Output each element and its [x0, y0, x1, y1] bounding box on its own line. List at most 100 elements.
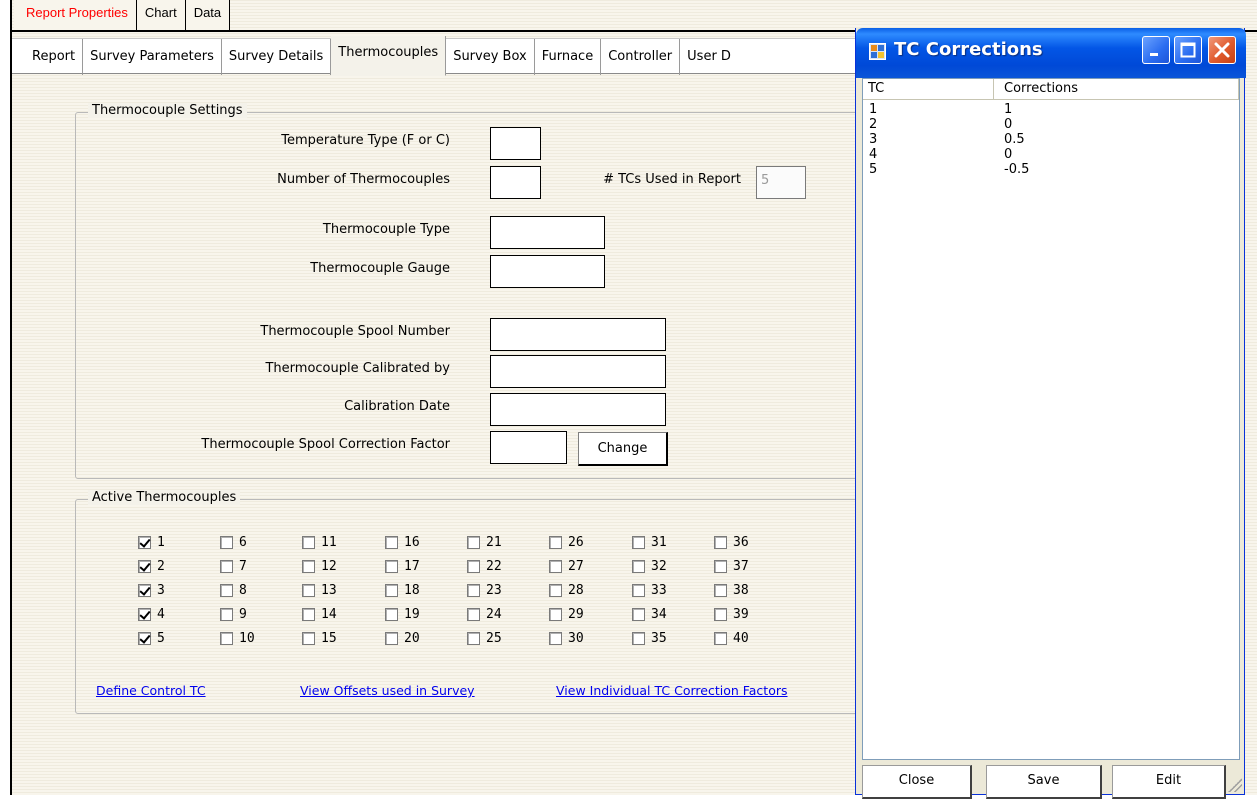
checkbox-unchecked-icon[interactable] [302, 607, 315, 621]
checkbox-unchecked-icon[interactable] [714, 559, 727, 573]
checkbox-unchecked-icon[interactable] [549, 583, 562, 597]
change-button[interactable]: Change [578, 432, 668, 466]
tc-checkbox[interactable]: 3 [138, 582, 165, 598]
tab-survey-box[interactable]: Survey Box [446, 39, 535, 75]
tab-furnace[interactable]: Furnace [535, 39, 602, 75]
checkbox-unchecked-icon[interactable] [714, 607, 727, 621]
calibration-date-input[interactable] [490, 393, 666, 426]
list-item[interactable]: 40 [863, 148, 1239, 163]
checkbox-checked-icon[interactable] [138, 631, 151, 645]
checkbox-unchecked-icon[interactable] [220, 535, 233, 549]
checkbox-checked-icon[interactable] [138, 535, 151, 549]
tab-survey-parameters[interactable]: Survey Parameters [83, 39, 222, 75]
checkbox-unchecked-icon[interactable] [714, 631, 727, 645]
save-button[interactable]: Save [986, 765, 1102, 799]
tc-checkbox[interactable]: 40 [714, 630, 749, 646]
corrections-list[interactable]: TC Corrections 1 1 2 0 3 0.5 4 0 5 -0.5 [862, 78, 1240, 760]
checkbox-unchecked-icon[interactable] [632, 583, 645, 597]
checkbox-unchecked-icon[interactable] [632, 607, 645, 621]
tc-checkbox[interactable]: 2 [138, 558, 165, 574]
tc-checkbox[interactable]: 32 [632, 558, 667, 574]
tab-controller[interactable]: Controller [601, 39, 681, 75]
column-header-tc[interactable]: TC [863, 79, 994, 100]
temperature-type-input[interactable] [490, 127, 541, 160]
tc-checkbox[interactable]: 23 [467, 582, 502, 598]
checkbox-unchecked-icon[interactable] [220, 607, 233, 621]
list-item[interactable]: 20 [863, 118, 1239, 133]
tc-checkbox[interactable]: 31 [632, 534, 667, 550]
calibrated-by-input[interactable] [490, 355, 666, 388]
list-item[interactable]: 5 -0.5 [863, 163, 1239, 178]
checkbox-unchecked-icon[interactable] [302, 631, 315, 645]
checkbox-unchecked-icon[interactable] [385, 583, 398, 597]
tc-checkbox[interactable]: 4 [138, 606, 165, 622]
tc-checkbox[interactable]: 19 [385, 606, 420, 622]
checkbox-unchecked-icon[interactable] [385, 559, 398, 573]
checkbox-unchecked-icon[interactable] [467, 607, 480, 621]
tab-data[interactable]: Data [185, 0, 231, 30]
checkbox-unchecked-icon[interactable] [549, 535, 562, 549]
tc-checkbox[interactable]: 1 [138, 534, 165, 550]
checkbox-unchecked-icon[interactable] [632, 631, 645, 645]
tc-checkbox[interactable]: 18 [385, 582, 420, 598]
tc-checkbox[interactable]: 38 [714, 582, 749, 598]
tc-checkbox[interactable]: 24 [467, 606, 502, 622]
tc-checkbox[interactable]: 28 [549, 582, 584, 598]
tc-checkbox[interactable]: 20 [385, 630, 420, 646]
tc-checkbox[interactable]: 8 [220, 582, 247, 598]
checkbox-checked-icon[interactable] [138, 607, 151, 621]
tc-checkbox[interactable]: 21 [467, 534, 502, 550]
spool-correction-input[interactable] [490, 431, 567, 464]
checkbox-unchecked-icon[interactable] [220, 583, 233, 597]
tc-checkbox[interactable]: 13 [302, 582, 337, 598]
tc-checkbox[interactable]: 15 [302, 630, 337, 646]
tc-checkbox[interactable]: 36 [714, 534, 749, 550]
checkbox-unchecked-icon[interactable] [467, 559, 480, 573]
checkbox-unchecked-icon[interactable] [549, 559, 562, 573]
tc-checkbox[interactable]: 34 [632, 606, 667, 622]
checkbox-unchecked-icon[interactable] [714, 535, 727, 549]
checkbox-unchecked-icon[interactable] [385, 535, 398, 549]
tc-checkbox[interactable]: 27 [549, 558, 584, 574]
title-bar[interactable]: TC Corrections [856, 28, 1246, 78]
tc-checkbox[interactable]: 17 [385, 558, 420, 574]
tc-checkbox[interactable]: 11 [302, 534, 337, 550]
checkbox-unchecked-icon[interactable] [220, 631, 233, 645]
checkbox-unchecked-icon[interactable] [467, 631, 480, 645]
minimize-button[interactable] [1142, 36, 1170, 64]
tc-checkbox[interactable]: 37 [714, 558, 749, 574]
tc-checkbox[interactable]: 10 [220, 630, 255, 646]
tc-checkbox[interactable]: 6 [220, 534, 247, 550]
view-offsets-link[interactable]: View Offsets used in Survey [300, 683, 475, 698]
checkbox-unchecked-icon[interactable] [385, 631, 398, 645]
checkbox-unchecked-icon[interactable] [467, 583, 480, 597]
checkbox-unchecked-icon[interactable] [385, 607, 398, 621]
define-control-tc-link[interactable]: Define Control TC [96, 683, 206, 698]
maximize-button[interactable] [1174, 36, 1202, 64]
tc-checkbox[interactable]: 30 [549, 630, 584, 646]
tc-checkbox[interactable]: 29 [549, 606, 584, 622]
list-item[interactable]: 11 [863, 103, 1239, 118]
checkbox-unchecked-icon[interactable] [549, 631, 562, 645]
view-tc-corrections-link[interactable]: View Individual TC Correction Factors [556, 683, 788, 698]
checkbox-unchecked-icon[interactable] [302, 535, 315, 549]
tc-checkbox[interactable]: 14 [302, 606, 337, 622]
checkbox-unchecked-icon[interactable] [714, 583, 727, 597]
num-thermocouples-input[interactable] [490, 166, 541, 199]
tc-checkbox[interactable]: 9 [220, 606, 247, 622]
tc-checkbox[interactable]: 35 [632, 630, 667, 646]
checkbox-unchecked-icon[interactable] [632, 559, 645, 573]
tab-report-properties[interactable]: Report Properties [14, 0, 137, 30]
tab-chart[interactable]: Chart [136, 0, 186, 30]
tc-checkbox[interactable]: 26 [549, 534, 584, 550]
spool-number-input[interactable] [490, 318, 666, 351]
tc-checkbox[interactable]: 7 [220, 558, 247, 574]
tc-checkbox[interactable]: 25 [467, 630, 502, 646]
checkbox-unchecked-icon[interactable] [220, 559, 233, 573]
tab-user-defined[interactable]: User D [680, 39, 738, 75]
tc-type-input[interactable] [490, 216, 605, 249]
checkbox-checked-icon[interactable] [138, 583, 151, 597]
checkbox-unchecked-icon[interactable] [302, 559, 315, 573]
tc-checkbox[interactable]: 12 [302, 558, 337, 574]
checkbox-unchecked-icon[interactable] [302, 583, 315, 597]
